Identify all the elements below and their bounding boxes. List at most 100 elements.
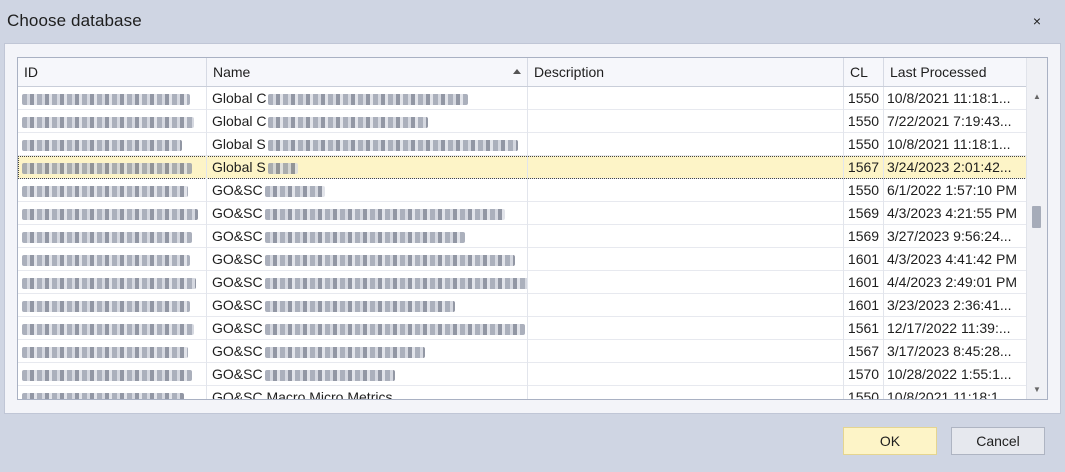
cell-name-text: GO&SC xyxy=(212,182,263,198)
cancel-button[interactable]: Cancel xyxy=(951,427,1045,455)
scroll-thumb[interactable] xyxy=(1032,206,1041,228)
table-row[interactable]: Global C 1550 7/22/2021 7:19:43... xyxy=(18,110,1027,133)
cell-id xyxy=(18,248,207,271)
dialog-content: ID Name Description CL Last Processed Gl… xyxy=(4,43,1061,414)
cell-id xyxy=(18,294,207,317)
cell-last-processed: 3/23/2023 2:36:41... xyxy=(887,297,1012,313)
cell-last-processed: 12/17/2022 11:39:... xyxy=(887,320,1011,336)
grid-header: ID Name Description CL Last Processed xyxy=(18,58,1027,87)
table-row[interactable]: GO&SC 1561 12/17/2022 11:39:... xyxy=(18,317,1027,340)
cell-id xyxy=(18,340,207,363)
cell-name-text: GO&SC xyxy=(212,205,263,221)
redacted-name xyxy=(264,369,395,381)
cell-description xyxy=(528,271,844,294)
cell-description xyxy=(528,133,844,156)
title-bar: Choose database × xyxy=(0,0,1065,42)
redacted-id xyxy=(22,116,194,128)
cell-name-text: Global C xyxy=(212,113,267,129)
cell-description xyxy=(528,340,844,363)
cell-name: Global C xyxy=(207,110,528,133)
column-header-id[interactable]: ID xyxy=(18,58,207,86)
redacted-name xyxy=(267,139,518,151)
redacted-name xyxy=(264,300,455,312)
redacted-id xyxy=(22,231,192,243)
redacted-id xyxy=(22,208,198,220)
cell-id xyxy=(18,87,207,110)
table-row[interactable]: GO&SC Macro Micro Metrics 1550 10/8/2021 1… xyxy=(18,386,1027,400)
redacted-id xyxy=(22,162,192,174)
redacted-name xyxy=(268,93,469,105)
cell-name-text: Global S xyxy=(212,136,266,152)
table-row[interactable]: Global C 1550 10/8/2021 11:18:1... xyxy=(18,87,1027,110)
database-grid[interactable]: ID Name Description CL Last Processed Gl… xyxy=(17,57,1048,400)
cell-description xyxy=(528,110,844,133)
cell-id xyxy=(18,317,207,340)
cell-cl: 1601 xyxy=(844,294,884,317)
redacted-name xyxy=(264,277,527,289)
table-row[interactable]: Global S 1567 3/24/2023 2:01:42... xyxy=(18,156,1027,179)
redacted-id xyxy=(22,346,188,358)
cell-description xyxy=(528,363,844,386)
cell-name: GO&SC xyxy=(207,248,528,271)
redacted-id xyxy=(22,392,184,399)
table-row[interactable]: GO&SC 1550 6/1/2022 1:57:10 PM xyxy=(18,179,1027,202)
cell-last-processed: 4/3/2023 4:21:55 PM xyxy=(887,205,1017,221)
cell-description xyxy=(528,248,844,271)
cell-id xyxy=(18,271,207,294)
cell-description xyxy=(528,179,844,202)
cell-name: Global S xyxy=(207,156,528,179)
table-row[interactable]: GO&SC 1601 4/4/2023 2:49:01 PM xyxy=(18,271,1027,294)
cell-name: GO&SC Macro Micro Metrics xyxy=(207,386,528,399)
table-row[interactable]: Global S 1550 10/8/2021 11:18:1... xyxy=(18,133,1027,156)
cell-name: GO&SC xyxy=(207,340,528,363)
close-icon[interactable]: × xyxy=(1025,9,1049,33)
table-row[interactable]: GO&SC 1601 4/3/2023 4:41:42 PM xyxy=(18,248,1027,271)
cell-last-processed: 10/8/2021 11:18:1... xyxy=(887,389,1011,400)
table-row[interactable]: GO&SC 1601 3/23/2023 2:36:41... xyxy=(18,294,1027,317)
cell-name: Global C xyxy=(207,87,528,110)
cell-cl: 1550 xyxy=(844,133,884,156)
column-header-cl[interactable]: CL xyxy=(844,58,884,86)
cell-name: GO&SC xyxy=(207,317,528,340)
cell-description xyxy=(528,317,844,340)
cell-last-processed: 3/27/2023 9:56:24... xyxy=(887,228,1012,244)
dialog-title: Choose database xyxy=(7,11,142,30)
scroll-up-arrow-icon[interactable]: ▲ xyxy=(1027,86,1047,106)
cell-description xyxy=(528,156,844,179)
cell-description xyxy=(528,225,844,248)
cell-cl: 1550 xyxy=(844,179,884,202)
redacted-id xyxy=(22,323,194,335)
table-row[interactable]: GO&SC 1567 3/17/2023 8:45:28... xyxy=(18,340,1027,363)
cell-name-text: GO&SC xyxy=(212,343,263,359)
cell-cl: 1601 xyxy=(844,248,884,271)
cell-cl: 1601 xyxy=(844,271,884,294)
redacted-id xyxy=(22,185,188,197)
ok-button[interactable]: OK xyxy=(843,427,937,455)
cell-cl: 1567 xyxy=(844,156,884,179)
table-row[interactable]: GO&SC 1569 3/27/2023 9:56:24... xyxy=(18,225,1027,248)
column-header-name[interactable]: Name xyxy=(207,58,528,86)
cell-name: GO&SC xyxy=(207,294,528,317)
redacted-name xyxy=(264,254,515,266)
redacted-name xyxy=(264,208,505,220)
cell-cl: 1550 xyxy=(844,87,884,110)
cell-cl: 1561 xyxy=(844,317,884,340)
table-row[interactable]: GO&SC 1570 10/28/2022 1:55:1... xyxy=(18,363,1027,386)
cell-name: GO&SC xyxy=(207,202,528,225)
cell-last-processed: 4/3/2023 4:41:42 PM xyxy=(887,251,1017,267)
vertical-scrollbar[interactable]: ▲ ▼ xyxy=(1026,58,1047,399)
cell-id xyxy=(18,225,207,248)
cell-id xyxy=(18,386,207,399)
cell-last-processed: 10/28/2022 1:55:1... xyxy=(887,366,1012,382)
table-row[interactable]: GO&SC 1569 4/3/2023 4:21:55 PM xyxy=(18,202,1027,225)
scroll-down-arrow-icon[interactable]: ▼ xyxy=(1027,379,1047,399)
cell-last-processed: 10/8/2021 11:18:1... xyxy=(887,136,1011,152)
column-header-description[interactable]: Description xyxy=(528,58,844,86)
cell-cl: 1569 xyxy=(844,202,884,225)
cell-last-processed: 3/24/2023 2:01:42... xyxy=(887,159,1012,175)
redacted-name xyxy=(267,162,298,174)
cell-description xyxy=(528,386,844,399)
cell-name-text: GO&SC xyxy=(212,297,263,313)
cell-name: Global S xyxy=(207,133,528,156)
column-header-last-processed[interactable]: Last Processed xyxy=(884,58,1027,86)
